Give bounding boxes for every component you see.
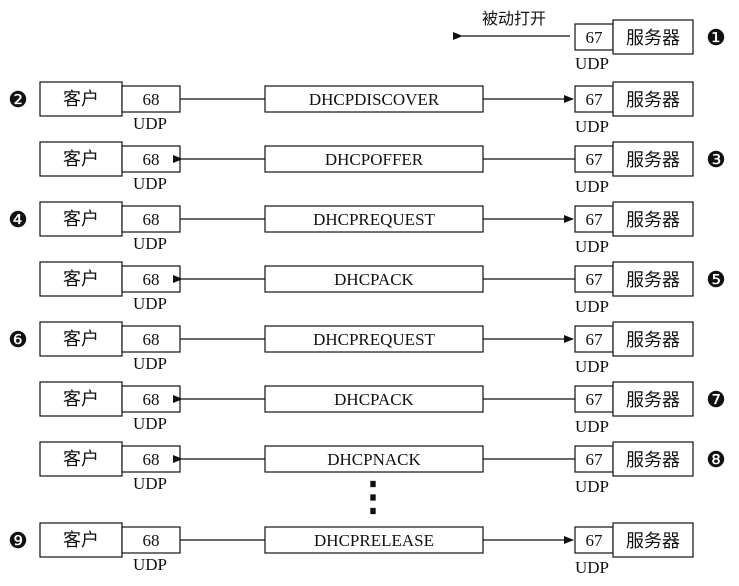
client-port-label: 68 [143, 390, 160, 409]
server-port-label: 67 [586, 28, 604, 47]
server-port-label: 67 [586, 450, 604, 469]
dhcp-diagram: 被动打开 67 服务器 UDP ❶ 客户 68 UDP 67 服务器 UDP DHCPDIS… [8, 9, 726, 577]
client-udp-label: UDP [133, 354, 167, 373]
client-port-label: 68 [143, 210, 160, 229]
server-port-label: 67 [586, 270, 604, 289]
server-port-label: 67 [586, 531, 604, 550]
client-port-label: 68 [143, 270, 160, 289]
step-marker: ❽ [706, 447, 726, 472]
client-udp-label: UDP [133, 555, 167, 574]
message-label: DHCPREQUEST [313, 210, 435, 229]
server-port-label: 67 [586, 210, 604, 229]
client-udp-label: UDP [133, 114, 167, 133]
step-marker: ❸ [706, 147, 726, 172]
client-label: 客户 [63, 449, 99, 470]
step-marker: ❹ [8, 207, 28, 232]
client-udp-label: UDP [133, 174, 167, 193]
continuation-ellipsis: ⋮ [353, 474, 393, 519]
message-row: 客户 68 UDP 67 服务器 UDP DHCPACK ❼ [39, 381, 726, 436]
server-port-label: 67 [586, 150, 604, 169]
server-label: 服务器 [626, 28, 680, 49]
server-udp-label: UDP [575, 117, 609, 136]
server-label: 服务器 [626, 390, 680, 411]
step-marker: ❻ [8, 327, 28, 352]
client-label: 客户 [63, 389, 99, 410]
client-port-label: 68 [143, 450, 160, 469]
server-udp-label: UDP [575, 177, 609, 196]
client-label: 客户 [63, 329, 99, 350]
message-row: 客户 68 UDP 67 服务器 UDP DHCPRELEASE ❾ [8, 522, 694, 577]
client-label: 客户 [63, 149, 99, 170]
client-port-label: 68 [143, 330, 160, 349]
server-label: 服务器 [626, 210, 680, 231]
message-row: 客户 68 UDP 67 服务器 UDP DHCPREQUEST ❹ [8, 201, 694, 256]
message-label: DHCPACK [334, 270, 414, 289]
server-udp-label: UDP [575, 237, 609, 256]
message-row: 客户 68 UDP 67 服务器 UDP DHCPREQUEST ❻ [8, 321, 694, 376]
server-port-label: 67 [586, 390, 604, 409]
client-udp-label: UDP [133, 474, 167, 493]
message-row: 客户 68 UDP 67 服务器 UDP DHCPACK ❺ [39, 261, 726, 316]
client-port-label: 68 [143, 150, 160, 169]
server-udp-label: UDP [575, 558, 609, 577]
message-label: DHCPNACK [327, 450, 421, 469]
passive-open-label: 被动打开 [482, 9, 546, 28]
server-label: 服务器 [626, 90, 680, 111]
client-label: 客户 [63, 530, 99, 551]
server-passive-open-row: 被动打开 67 服务器 UDP ❶ [453, 9, 726, 73]
client-label: 客户 [63, 209, 99, 230]
client-label: 客户 [63, 269, 99, 290]
step-marker: ❼ [706, 387, 726, 412]
client-port-label: 68 [143, 90, 160, 109]
server-label: 服务器 [626, 270, 680, 291]
message-label: DHCPDISCOVER [309, 90, 440, 109]
server-label: 服务器 [626, 450, 680, 471]
message-label: DHCPREQUEST [313, 330, 435, 349]
server-port-label: 67 [586, 330, 604, 349]
server-port-label: 67 [586, 90, 604, 109]
client-port-label: 68 [143, 531, 160, 550]
server-udp-label: UDP [575, 54, 609, 73]
client-label: 客户 [63, 89, 99, 110]
step-marker: ❷ [8, 87, 28, 112]
server-label: 服务器 [626, 330, 680, 351]
message-row: 客户 68 UDP 67 服务器 UDP DHCPOFFER ❸ [39, 141, 726, 196]
server-label: 服务器 [626, 150, 680, 171]
step-marker: ❾ [8, 528, 28, 553]
server-udp-label: UDP [575, 357, 609, 376]
message-label: DHCPOFFER [325, 150, 424, 169]
client-udp-label: UDP [133, 294, 167, 313]
client-udp-label: UDP [133, 414, 167, 433]
step-marker: ❺ [706, 267, 726, 292]
message-label: DHCPACK [334, 390, 414, 409]
message-label: DHCPRELEASE [314, 531, 434, 550]
client-udp-label: UDP [133, 234, 167, 253]
step-marker: ❶ [706, 25, 726, 50]
server-label: 服务器 [626, 531, 680, 552]
server-udp-label: UDP [575, 297, 609, 316]
message-row: 客户 68 UDP 67 服务器 UDP DHCPDISCOVER ❷ [8, 81, 694, 136]
server-udp-label: UDP [575, 417, 609, 436]
server-udp-label: UDP [575, 477, 609, 496]
